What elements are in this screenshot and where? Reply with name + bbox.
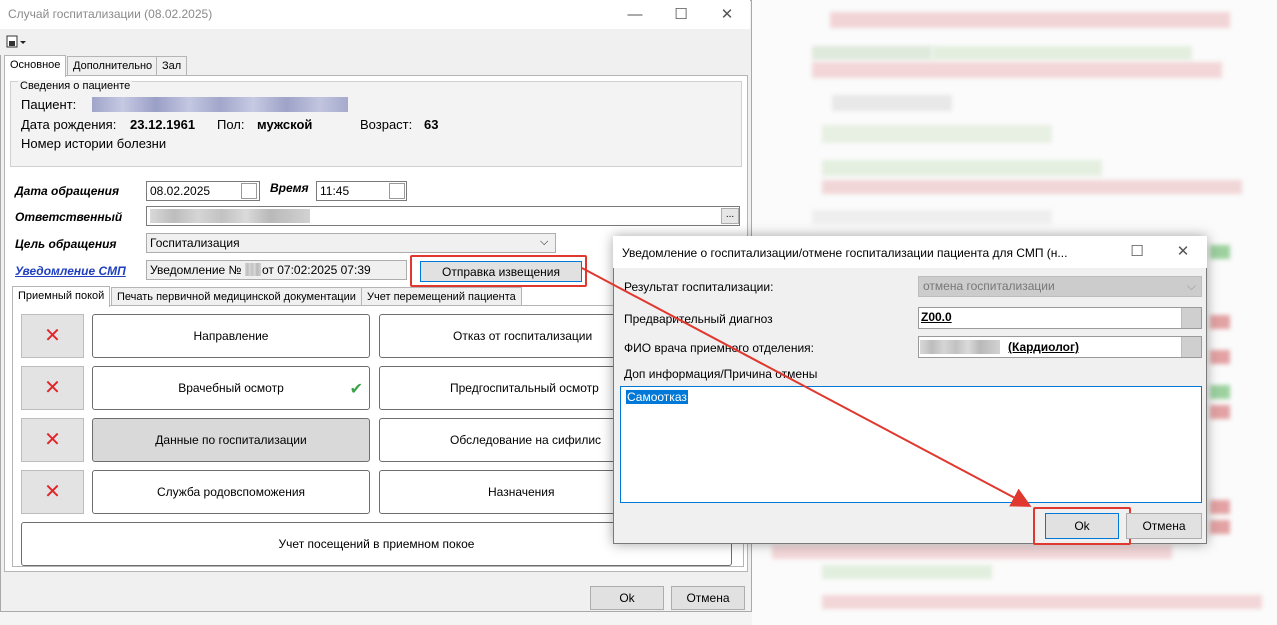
refusal-button[interactable]: Отказ от госпитализации bbox=[379, 314, 619, 358]
dialog-maximize-button[interactable]: ☐ bbox=[1114, 237, 1160, 267]
delete-row-3-button[interactable]: ✕ bbox=[21, 418, 84, 462]
close-button[interactable]: ✕ bbox=[704, 0, 750, 29]
birth-value: 23.12.1961 bbox=[130, 117, 196, 132]
tab-hall[interactable]: Зал bbox=[156, 56, 188, 76]
doctor-select-button[interactable] bbox=[1181, 337, 1201, 357]
prescriptions-button[interactable]: Назначения bbox=[379, 470, 619, 514]
hospitalization-data-button[interactable]: Данные по госпитализации bbox=[92, 418, 370, 462]
main-cancel-button[interactable]: Отмена bbox=[671, 586, 745, 610]
doctor-label: ФИО врача приемного отделения: bbox=[624, 341, 814, 355]
delete-row-1-button[interactable]: ✕ bbox=[21, 314, 84, 358]
sex-label: Пол: bbox=[217, 117, 245, 132]
doctor-exam-label: Врачебный осмотр bbox=[178, 381, 284, 395]
send-notice-highlight bbox=[410, 255, 587, 287]
chevron-down-icon: ⌵ bbox=[540, 236, 549, 248]
sex-value: мужской bbox=[257, 117, 313, 132]
dialog-close-button[interactable]: ✕ bbox=[1160, 237, 1206, 267]
purpose-select[interactable]: Госпитализация bbox=[146, 233, 556, 253]
dialog-cancel-button[interactable]: Отмена bbox=[1126, 513, 1202, 539]
responsible-name-redacted bbox=[150, 209, 310, 223]
chevron-down-icon: ⌵ bbox=[1186, 279, 1196, 293]
close-x-icon: ✕ bbox=[44, 481, 61, 503]
birth-label: Дата рождения: bbox=[21, 117, 117, 132]
delete-row-2-button[interactable]: ✕ bbox=[21, 366, 84, 410]
subtab-movements[interactable]: Учет перемещений пациента bbox=[361, 287, 522, 306]
extra-info-value: Самоотказ bbox=[626, 390, 688, 404]
result-value: отмена госпитализации bbox=[923, 279, 1055, 293]
doctor-exam-button[interactable]: Врачебный осмотр ✔ bbox=[92, 366, 370, 410]
diagnosis-select-button[interactable] bbox=[1181, 308, 1201, 328]
smp-notification-link[interactable]: Уведомление СМП bbox=[15, 264, 126, 278]
patient-name-redacted bbox=[92, 97, 348, 112]
background-bottom-strip bbox=[0, 612, 752, 625]
notice-number-redacted bbox=[245, 263, 261, 276]
diagnosis-label: Предварительный диагноз bbox=[624, 312, 773, 326]
extra-info-label: Доп информация/Причина отмены bbox=[624, 367, 818, 381]
patient-info-legend: Сведения о пациенте bbox=[18, 80, 133, 92]
notice-date: от 07:02:2025 07:39 bbox=[262, 263, 371, 277]
notice-prefix: Уведомление № 1 bbox=[150, 263, 252, 277]
responsible-label: Ответственный bbox=[15, 210, 123, 224]
syphilis-test-button[interactable]: Обследование на сифилис bbox=[379, 418, 619, 462]
obstetric-service-button[interactable]: Служба родовспоможения bbox=[92, 470, 370, 514]
date-picker-button[interactable] bbox=[241, 183, 257, 199]
age-label: Возраст: bbox=[360, 117, 413, 132]
subtab-print-docs[interactable]: Печать первичной медицинской документаци… bbox=[111, 287, 362, 306]
subtab-reception[interactable]: Приемный покой bbox=[12, 286, 111, 307]
minimize-button[interactable]: — bbox=[612, 0, 658, 29]
prehospital-exam-button[interactable]: Предгоспитальный осмотр bbox=[379, 366, 619, 410]
tab-main[interactable]: Основное bbox=[4, 55, 67, 77]
close-x-icon: ✕ bbox=[44, 325, 61, 347]
time-picker-button[interactable] bbox=[389, 183, 405, 199]
responsible-select-button[interactable]: ... bbox=[721, 208, 739, 224]
time-label: Время bbox=[270, 181, 309, 195]
result-select[interactable]: отмена госпитализации ⌵ bbox=[918, 276, 1202, 297]
referral-button[interactable]: Направление bbox=[92, 314, 370, 358]
history-label: Номер истории болезни bbox=[21, 136, 167, 151]
window-title: Случай госпитализации (08.02.2025) bbox=[8, 7, 213, 21]
toolbar bbox=[0, 29, 750, 55]
purpose-label: Цель обращения bbox=[15, 237, 117, 251]
diagnosis-value: Z00.0 bbox=[921, 310, 952, 324]
date-label: Дата обращения bbox=[15, 184, 120, 198]
result-label: Результат госпитализации: bbox=[624, 280, 774, 294]
maximize-button[interactable]: ☐ bbox=[658, 0, 704, 29]
purpose-value: Госпитализация bbox=[150, 236, 240, 250]
extra-info-textarea[interactable]: Самоотказ bbox=[620, 386, 1202, 503]
main-ok-button[interactable]: Ok bbox=[590, 586, 664, 610]
close-x-icon: ✕ bbox=[44, 377, 61, 399]
doctor-name-redacted bbox=[920, 340, 1000, 354]
diagnosis-field[interactable]: Z00.0 bbox=[918, 307, 1202, 329]
tab-additional[interactable]: Дополнительно bbox=[67, 56, 159, 76]
checkmark-icon: ✔ bbox=[349, 381, 363, 398]
doctor-role: (Кардиолог) bbox=[1008, 340, 1079, 354]
document-dropdown-icon[interactable] bbox=[4, 33, 28, 50]
close-x-icon: ✕ bbox=[44, 429, 61, 451]
delete-row-4-button[interactable]: ✕ bbox=[21, 470, 84, 514]
dialog-title: Уведомление о госпитализации/отмене госп… bbox=[622, 246, 1068, 260]
patient-label: Пациент: bbox=[21, 97, 77, 112]
age-value: 63 bbox=[424, 117, 439, 132]
dialog-ok-highlight bbox=[1033, 507, 1131, 545]
